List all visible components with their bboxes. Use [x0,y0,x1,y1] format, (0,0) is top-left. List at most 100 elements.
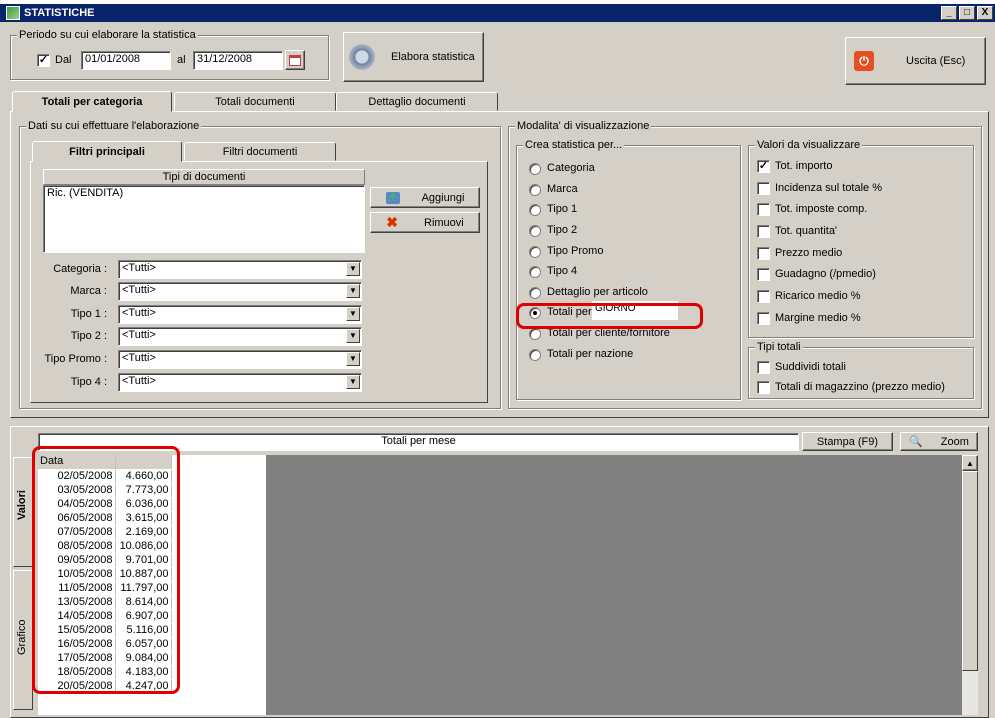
checkbox-quantita[interactable] [757,225,770,238]
maximize-button[interactable]: □ [959,6,975,20]
radio-button[interactable] [529,349,541,361]
aggiungi-label: Aggiungi [421,191,465,204]
checkbox-label: Tot. imposte comp. [775,203,868,215]
checkbox-ricarico[interactable] [757,290,770,303]
tipi-totali-group: Tipi totali Suddividi totali Totali di m… [748,341,974,399]
modalita-group: Modalita' di visualizzazione Crea statis… [508,120,982,409]
checkbox-magazzino[interactable] [757,381,770,394]
add-icon: + [385,191,400,204]
checkbox-label: Guadagno (/pmedio) [775,268,876,280]
chevron-down-icon[interactable]: ▼ [346,352,360,366]
zoom-label: Zoom [940,435,969,448]
tipi-documenti-list[interactable]: Ric. (VENDITA) [43,185,365,253]
modalita-label: Modalita' di visualizzazione [515,120,652,132]
checkbox-label: Incidenza sul totale % [775,182,883,194]
dal-label: Dal [55,54,72,66]
elabora-statistica-button[interactable]: Elabora statistica [343,32,484,82]
tab-valori-label: Valori [16,490,28,520]
checkbox-imposte[interactable] [757,203,770,216]
radio-button[interactable] [529,225,541,237]
calendar-button[interactable] [285,50,305,70]
tipo1-value: <Tutti> [122,307,156,319]
marca-combo[interactable]: <Tutti> ▼ [118,282,362,301]
marca-value: <Tutti> [122,284,156,296]
radio-label: Tipo 4 [547,265,578,277]
calendar-icon [289,54,301,66]
radio-button[interactable] [529,266,541,278]
radio-button[interactable] [529,246,541,258]
dal-date-field[interactable]: 01/01/2008 [81,51,171,70]
main-tab-panel: Dati su cui effettuare l'elaborazione Fi… [10,111,989,418]
tab-filtri-documenti[interactable]: Filtri documenti [184,142,336,161]
checkbox-prezzo-medio[interactable] [757,247,770,260]
chevron-down-icon[interactable]: ▼ [346,262,360,276]
al-date-field[interactable]: 31/12/2008 [193,51,283,70]
tipo1-label: Tipo 1 : [70,308,107,320]
tipi-totali-label: Tipi totali [755,341,803,353]
checkbox-label: Totali di magazzino (prezzo medio) [775,381,945,393]
radio-label: Dettaglio per articolo [547,286,648,298]
radio-label: Tipo 2 [547,224,578,236]
checkbox-margine[interactable] [757,312,770,325]
uscita-button[interactable]: ⏻ Uscita (Esc) [845,37,986,85]
highlight-results-table [32,446,180,694]
stampa-button[interactable]: Stampa (F9) [802,432,893,451]
tipo2-label: Tipo 2 : [70,330,107,342]
checkbox-tot-importo[interactable]: ✓ [757,160,770,173]
tipo4-combo[interactable]: <Tutti> ▼ [118,373,362,392]
radio-button[interactable] [529,328,541,340]
radio-button[interactable] [529,287,541,299]
filtri-panel: Tipi di documenti Ric. (VENDITA) + Aggiu… [30,161,488,403]
tipo-promo-combo[interactable]: <Tutti> ▼ [118,350,362,369]
remove-icon: ✖ [386,214,398,230]
crea-statistica-label: Crea statistica per... [523,139,625,151]
radio-label: Marca [547,183,578,195]
crea-statistica-group: Crea statistica per... Categoria Marca T… [516,139,741,400]
zoom-button[interactable]: 🔍 Zoom [900,432,978,451]
vertical-scrollbar[interactable]: ▲ [962,455,978,715]
tipo2-combo[interactable]: <Tutti> ▼ [118,327,362,346]
dal-checkbox[interactable]: ✓ [37,54,50,67]
tab-totali-categoria[interactable]: Totali per categoria [12,91,172,112]
categoria-combo[interactable]: <Tutti> ▼ [118,260,362,279]
valori-label: Valori da visualizzare [755,139,863,151]
tab-grafico[interactable]: Grafico [13,570,33,710]
chevron-down-icon[interactable]: ▼ [346,284,360,298]
minimize-button[interactable]: _ [941,6,957,20]
gears-icon [347,42,377,72]
dati-label: Dati su cui effettuare l'elaborazione [26,120,202,132]
tipo1-combo[interactable]: <Tutti> ▼ [118,305,362,324]
radio-button[interactable] [529,184,541,196]
tipi-documenti-header: Tipi di documenti [43,169,365,185]
scroll-up-arrow-icon[interactable]: ▲ [962,455,978,471]
tab-totali-documenti[interactable]: Totali documenti [174,92,336,111]
tab-filtri-principali[interactable]: Filtri principali [32,141,182,162]
checkbox-label: Tot. quantita' [775,225,838,237]
rimuovi-button[interactable]: ✖ Rimuovi [370,212,480,233]
radio-label: Tipo Promo [547,245,604,257]
tab-valori[interactable]: Valori [13,457,33,567]
zoom-icon: 🔍 [909,436,923,448]
radio-button[interactable] [529,163,541,175]
close-button[interactable]: X [977,6,993,20]
chevron-down-icon[interactable]: ▼ [346,375,360,389]
list-item[interactable]: Ric. (VENDITA) [47,187,361,199]
categoria-value: <Tutti> [122,262,156,274]
checkbox-guadagno[interactable] [757,268,770,281]
checkbox-incidenza[interactable] [757,182,770,195]
radio-button[interactable] [529,204,541,216]
radio-label: Categoria [547,162,595,174]
chevron-down-icon[interactable]: ▼ [346,329,360,343]
checkbox-suddividi[interactable] [757,361,770,374]
tipo2-value: <Tutti> [122,329,156,341]
tipo4-value: <Tutti> [122,375,156,387]
power-icon: ⏻ [854,51,874,71]
chevron-down-icon[interactable]: ▼ [346,307,360,321]
checkbox-label: Margine medio % [775,312,861,324]
scrollbar-thumb[interactable] [962,471,978,671]
checkbox-label: Tot. importo [775,160,833,172]
elabora-label: Elabora statistica [391,51,475,63]
tab-dettaglio-documenti[interactable]: Dettaglio documenti [336,92,498,111]
radio-label: Tipo 1 [547,203,578,215]
aggiungi-button[interactable]: + Aggiungi [370,187,480,208]
